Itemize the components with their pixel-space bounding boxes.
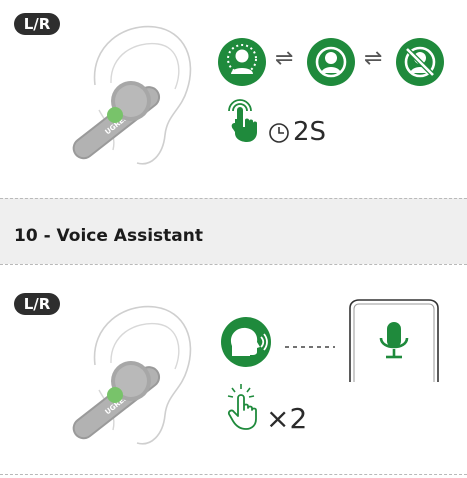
section-divider-end [0, 474, 467, 475]
side-badge-lr: L/R [14, 293, 60, 315]
mode-arrow-1: ⇌ [275, 46, 294, 71]
touch-area-indicator [107, 387, 123, 403]
double-tap-icon [227, 384, 257, 430]
hold-duration: 2S [293, 117, 327, 147]
speaking-head-icon [221, 317, 271, 367]
microphone-icon [379, 322, 409, 359]
clock-icon [269, 123, 289, 143]
ear-inner-outline [110, 42, 180, 90]
tap-count: ×2 [266, 402, 308, 435]
phone-icon [349, 299, 439, 382]
section-title: 10 - Voice Assistant [14, 226, 203, 246]
touch-area-indicator [107, 107, 123, 123]
earbud-in-ear-illustration: UGREEN [72, 305, 192, 445]
earbud-in-ear-illustration: UGREEN [72, 25, 192, 165]
section-divider-top [0, 198, 467, 199]
dotted-connector [285, 346, 335, 348]
section-divider-bottom [0, 264, 467, 265]
mode-arrow-2: ⇌ [364, 46, 383, 71]
side-badge-lr: L/R [14, 13, 60, 35]
touch-hold-icon [228, 99, 257, 142]
ear-inner-outline [110, 322, 180, 370]
normal-mode-icon [307, 38, 355, 86]
anc-off-mode-icon [396, 38, 444, 86]
anc-transparency-mode-icon [218, 38, 266, 86]
